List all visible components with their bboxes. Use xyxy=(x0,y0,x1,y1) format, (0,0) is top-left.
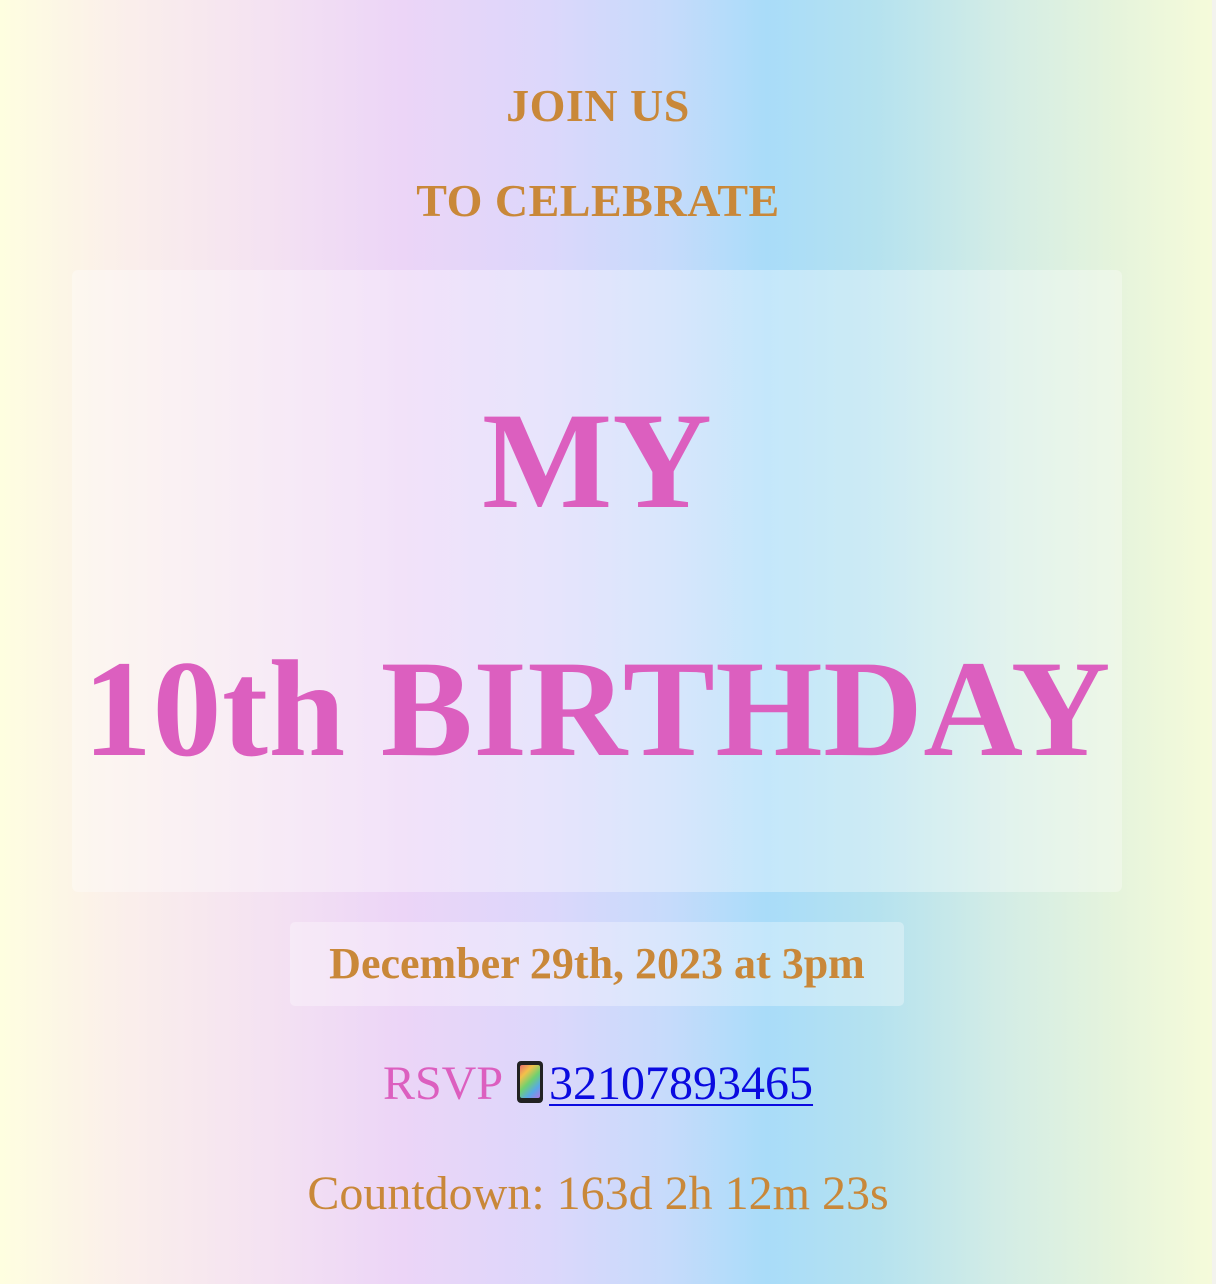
to-celebrate-heading: TO CELEBRATE xyxy=(416,175,780,226)
rsvp-phone-link[interactable]: 32107893465 xyxy=(549,1057,813,1110)
rsvp-label: RSVP xyxy=(382,1057,504,1110)
page-edge xyxy=(1212,0,1216,1284)
event-date-box: December 29th, 2023 at 3pm xyxy=(290,922,904,1006)
join-us-heading: JOIN US xyxy=(506,80,690,131)
mobile-phone-icon xyxy=(517,1061,544,1103)
event-date-text: December 29th, 2023 at 3pm xyxy=(329,939,865,988)
countdown-text: Countdown: 163d 2h 12m 23s xyxy=(307,1167,889,1220)
hero-title-line-1: MY xyxy=(482,384,712,537)
hero-card: MY 10th BIRTHDAY xyxy=(72,270,1122,892)
rsvp-row: RSVP 32107893465 xyxy=(0,1060,1196,1108)
hero-title-line-2: 10th BIRTHDAY xyxy=(83,632,1111,785)
